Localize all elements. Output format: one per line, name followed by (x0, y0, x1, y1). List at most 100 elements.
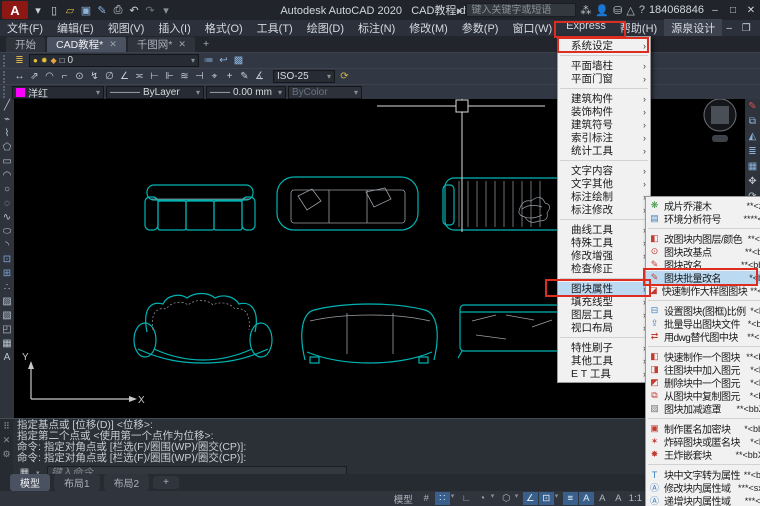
new-drawing-tab-button[interactable]: + (197, 38, 215, 50)
insert-block-icon[interactable]: ⊡ (3, 255, 11, 265)
annotation-visibility-toggle[interactable]: A (578, 492, 594, 505)
arc-length-dim-icon[interactable]: ◠ (42, 71, 57, 82)
lineweight-combo[interactable]: —— 0.00 mm ▾ (206, 85, 286, 99)
array-icon[interactable]: ▦ (748, 162, 757, 172)
osnap-caret[interactable]: ▾ (555, 492, 562, 505)
toolbar-grip[interactable] (3, 70, 7, 83)
submenu-item-quick-detail-block[interactable]: ◪快速制作大样图图块**<bbI (646, 284, 760, 298)
close-tab-icon[interactable]: ✕ (109, 39, 117, 50)
cart-icon[interactable]: ⛁ (613, 4, 622, 17)
layout-tab-model[interactable]: 模型 (10, 474, 50, 491)
line-icon[interactable]: ╱ (4, 101, 10, 111)
revcloud-icon[interactable]: ◌ (4, 199, 10, 209)
menu-yuanquan[interactable]: 源泉设计 (664, 19, 723, 37)
continue-dim-icon[interactable]: ⊩ (162, 71, 177, 82)
linetype-combo[interactable]: ——— ByLayer ▾ (106, 85, 204, 99)
polyline-icon[interactable]: ⌇ (5, 129, 10, 139)
menu-tools[interactable]: 工具(T) (250, 19, 300, 37)
doc-close-button[interactable]: ✕ (756, 23, 760, 34)
osnap-toggle[interactable]: ⊡ (538, 492, 554, 505)
sofa-block-1[interactable] (144, 184, 256, 231)
hatch-icon[interactable]: ▨ (2, 297, 11, 307)
circle-icon[interactable]: ○ (4, 185, 10, 195)
toolbar-grip[interactable] (3, 86, 7, 98)
menu-insert[interactable]: 插入(I) (151, 19, 197, 37)
plot-icon[interactable]: ⎙ (110, 4, 126, 17)
snap-caret[interactable]: ▾ (451, 492, 458, 505)
ellipse-arc-icon[interactable]: ◝ (5, 241, 9, 251)
sofa-block-6[interactable] (457, 304, 563, 359)
menu-item-check-correct[interactable]: 检查修正› (558, 262, 650, 275)
menu-parametric[interactable]: 参数(P) (455, 19, 506, 37)
submenu-item-replace-block-with-dwg[interactable]: ⇄ 用dwg替代图中块 **<bbT (646, 330, 760, 344)
sofa-block-2[interactable] (276, 176, 419, 231)
open-file-icon[interactable]: ▱ (62, 4, 78, 17)
window-minimize-button[interactable]: – (708, 5, 722, 16)
annotation-scale-value[interactable]: 1:1 (627, 492, 644, 505)
search-input[interactable] (466, 3, 577, 17)
make-object-layer-current-icon[interactable]: ≔ (201, 55, 216, 66)
doc-restore-button[interactable]: ❐ (739, 23, 753, 34)
window-close-button[interactable]: ✕ (744, 5, 758, 16)
layer-combo[interactable]: ● ✹ ◆ □ 0 ▾ (29, 54, 199, 67)
sofa-block-4[interactable] (133, 292, 273, 364)
menu-dimension[interactable]: 标注(N) (351, 19, 402, 37)
offset-icon[interactable]: ≣ (748, 147, 756, 157)
make-block-icon[interactable]: ⊞ (3, 269, 11, 279)
polar-caret[interactable]: ▾ (491, 492, 498, 505)
menu-item-dim-modify[interactable]: 标注修改› (558, 203, 650, 216)
menu-help[interactable]: 帮助(H) (613, 19, 664, 37)
viewcube[interactable] (703, 98, 737, 142)
panel-grip[interactable]: ⠿ (3, 421, 10, 432)
file-tab-start[interactable]: 开始 (6, 36, 45, 52)
region-icon[interactable]: ◰ (2, 325, 11, 335)
menu-item-statistics-tools[interactable]: 统计工具 › (558, 144, 650, 157)
submenu-item-increment-attribute-field[interactable]: Ⓐ 递增块内属性域 ***<sxZ (646, 494, 760, 506)
menu-item-et-tools[interactable]: E T 工具› (558, 367, 650, 380)
mtext-icon[interactable]: A (4, 353, 11, 363)
submenu-item-env-analysis-symbol[interactable]: ▤ 环境分析符号 ****<hj> (646, 212, 760, 226)
isodraft-caret[interactable]: ▾ (515, 492, 522, 505)
annotation-scale-icon[interactable]: A (611, 492, 626, 505)
alert-icon[interactable]: △ (626, 4, 634, 17)
layout-tab-layout2[interactable]: 布局2 (103, 474, 150, 491)
radius-dim-icon[interactable]: ⊙ (72, 71, 87, 82)
user-icon[interactable]: 👤 (595, 4, 609, 17)
diameter-dim-icon[interactable]: ∅ (102, 71, 117, 82)
layer-states-icon[interactable]: ▩ (231, 55, 246, 66)
polar-toggle[interactable]: ◔ (475, 492, 490, 505)
ordinate-dim-icon[interactable]: ⌐ (57, 71, 72, 82)
menu-format[interactable]: 格式(O) (198, 19, 250, 37)
isodraft-toggle[interactable]: ⬡ (499, 492, 514, 505)
redo-icon[interactable]: ↷ (142, 4, 158, 17)
layer-properties-icon[interactable]: ≣ (12, 55, 27, 66)
file-tab-qiantuwang[interactable]: 千图网* ✕ (127, 36, 195, 52)
dim-space-icon[interactable]: ≋ (177, 71, 192, 82)
menu-file[interactable]: 文件(F) (0, 19, 50, 37)
baseline-dim-icon[interactable]: ⊢ (147, 71, 162, 82)
app-logo[interactable]: A (2, 1, 28, 19)
dim-break-icon[interactable]: ⊣ (192, 71, 207, 82)
quick-dim-icon[interactable]: ≍ (132, 71, 147, 82)
help-icon[interactable]: ? (639, 4, 645, 17)
arc-icon[interactable]: ◠ (3, 171, 12, 181)
dim-style-combo[interactable]: ISO-25 ▾ (273, 70, 335, 83)
mirror-icon[interactable]: ◭ (749, 132, 757, 142)
sofa-block-3[interactable] (442, 177, 566, 231)
layout-tab-new-layout[interactable]: + (153, 476, 179, 489)
gradient-icon[interactable]: ▧ (2, 311, 11, 321)
ellipse-icon[interactable]: ⬭ (3, 227, 12, 237)
new-file-icon[interactable]: ▯ (46, 4, 62, 17)
save-as-icon[interactable]: ✎ (94, 4, 110, 17)
otrack-toggle[interactable]: ∠ (522, 492, 538, 505)
logo-caret-icon[interactable]: ▾ (30, 4, 46, 17)
save-icon[interactable]: ▣ (78, 4, 94, 17)
model-space-button[interactable]: 模型 (389, 492, 418, 506)
menu-item-door-window[interactable]: 平面门窗 › (558, 72, 650, 85)
menu-view[interactable]: 视图(V) (101, 19, 152, 37)
rectangle-icon[interactable]: ▭ (2, 157, 11, 167)
table-icon[interactable]: ▦ (2, 339, 11, 349)
search-play-icon[interactable]: ▸ (457, 4, 463, 17)
menu-express[interactable]: Express (559, 19, 613, 37)
snap-toggle[interactable]: ∷ (434, 492, 450, 505)
